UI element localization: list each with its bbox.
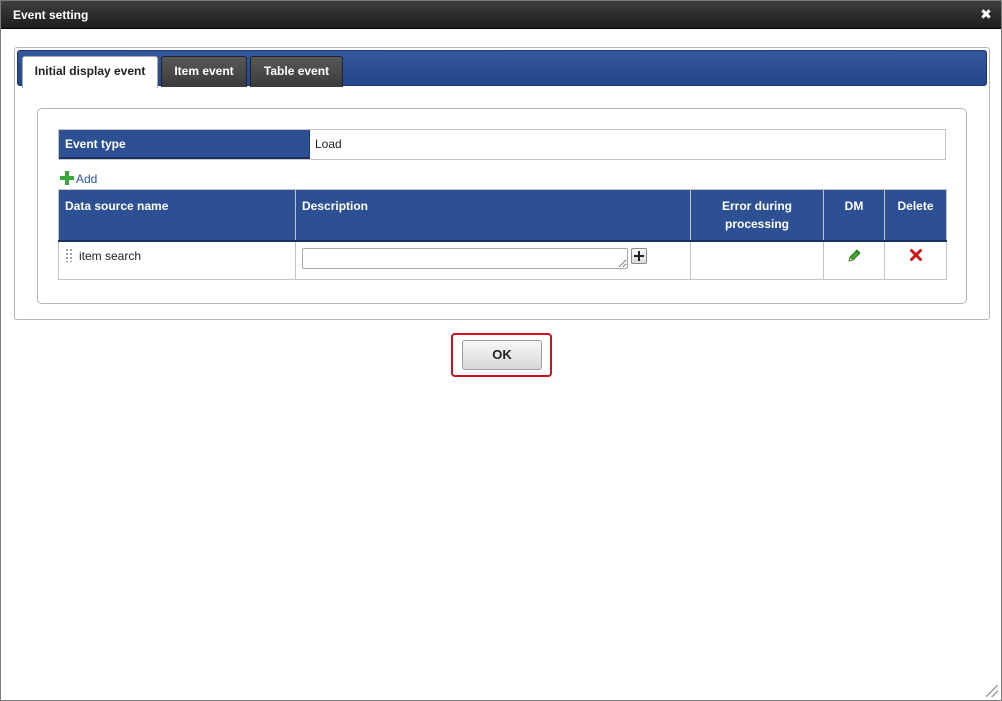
resize-grip-icon[interactable]	[986, 685, 998, 697]
close-icon[interactable]: ✖	[979, 7, 993, 21]
add-link[interactable]: Add	[60, 171, 97, 187]
dm-cell	[823, 240, 885, 280]
tab-initial-display-event[interactable]: Initial display event	[22, 56, 158, 88]
description-input[interactable]	[302, 248, 628, 269]
event-setting-dialog: Event setting ✖ Initial display event It…	[0, 0, 1002, 701]
ok-button-highlight: OK	[451, 333, 552, 377]
add-link-label: Add	[76, 172, 98, 186]
table-row: item search	[58, 240, 947, 280]
column-header-error-during-processing: Error during processing	[690, 189, 824, 242]
tab-table-event[interactable]: Table event	[250, 56, 343, 87]
ok-button[interactable]: OK	[462, 340, 542, 370]
tab-panel: Initial display event Item event Table e…	[14, 47, 990, 320]
expand-description-button[interactable]	[631, 248, 647, 264]
description-cell	[295, 240, 691, 280]
column-header-dm: DM	[823, 189, 885, 242]
tab-bar: Initial display event Item event Table e…	[17, 50, 987, 88]
tab-item-event[interactable]: Item event	[161, 56, 247, 87]
column-header-delete: Delete	[884, 189, 947, 242]
drag-handle-icon[interactable]	[65, 248, 73, 262]
event-type-label: Event type	[59, 130, 310, 159]
event-type-value: Load	[315, 137, 342, 151]
column-header-data-source-name: Data source name	[58, 189, 296, 242]
data-source-table: Data source name Description Error durin…	[58, 189, 947, 280]
dialog-titlebar[interactable]: Event setting ✖	[1, 1, 1001, 29]
delete-x-icon[interactable]	[909, 248, 923, 266]
plus-icon	[60, 171, 74, 185]
data-source-name-cell: item search	[58, 240, 296, 280]
delete-cell	[884, 240, 947, 280]
dialog-title: Event setting	[13, 8, 89, 22]
error-during-processing-cell	[690, 240, 824, 280]
event-settings-box: Event type Load Add Data source name Des…	[37, 108, 967, 304]
pencil-icon[interactable]	[846, 248, 862, 267]
column-header-description: Description	[295, 189, 691, 242]
data-source-name: item search	[79, 249, 142, 263]
event-type-row: Event type Load	[58, 129, 946, 160]
table-header-row: Data source name Description Error durin…	[58, 189, 947, 242]
